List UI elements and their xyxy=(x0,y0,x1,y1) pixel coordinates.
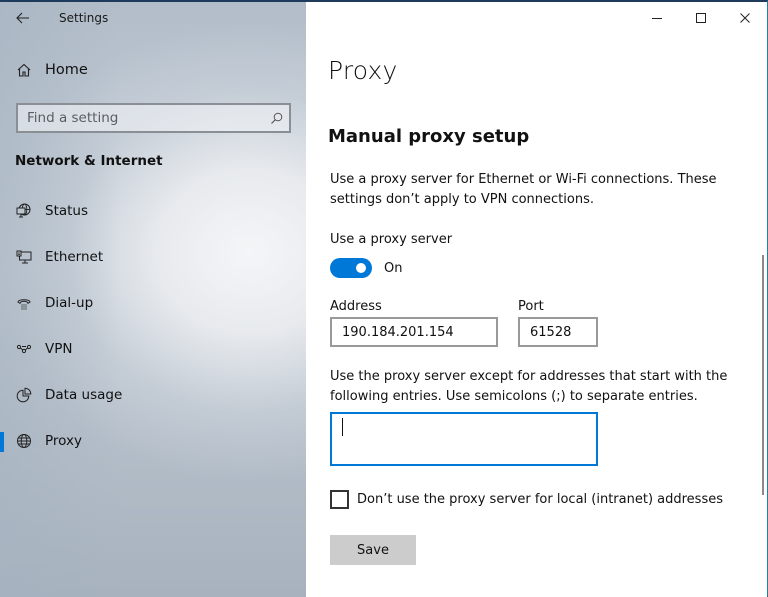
globe-monitor-icon xyxy=(15,202,33,220)
back-arrow-icon xyxy=(16,12,29,24)
search-icon[interactable] xyxy=(263,112,289,125)
local-bypass-row[interactable]: Don’t use the proxy server for local (in… xyxy=(330,490,723,509)
sidebar-item-label: Proxy xyxy=(45,433,82,449)
sidebar-item-label: Home xyxy=(45,62,88,78)
sidebar-item-label: Ethernet xyxy=(45,249,104,265)
back-button[interactable] xyxy=(8,4,38,32)
exceptions-input[interactable] xyxy=(330,412,598,466)
ethernet-icon xyxy=(15,248,33,266)
maximize-icon xyxy=(696,13,706,23)
window-controls xyxy=(635,2,767,34)
dialup-phone-icon xyxy=(15,294,33,312)
title-bar: Settings xyxy=(0,2,306,36)
sidebar-item-home[interactable]: Home xyxy=(16,62,88,78)
minimize-icon xyxy=(652,18,662,19)
page-title: Proxy xyxy=(328,56,398,85)
close-icon xyxy=(740,13,750,23)
sidebar-item-vpn[interactable]: VPN xyxy=(0,326,306,372)
section-title: Manual proxy setup xyxy=(328,126,530,147)
sidebar-item-ethernet[interactable]: Ethernet xyxy=(0,234,306,280)
settings-window: Settings Home Network & Internet xyxy=(0,0,768,597)
sidebar-item-label: Status xyxy=(45,203,89,219)
local-bypass-checkbox[interactable] xyxy=(330,490,349,509)
sidebar-item-data-usage[interactable]: Data usage xyxy=(0,372,306,418)
proxy-description: Use a proxy server for Ethernet or Wi-Fi… xyxy=(330,172,717,207)
minimize-button[interactable] xyxy=(635,2,679,34)
search-input[interactable] xyxy=(18,110,263,126)
search-box[interactable] xyxy=(16,103,291,133)
sidebar: Settings Home Network & Internet xyxy=(0,2,306,597)
main-content: Proxy Manual proxy setup Use a proxy ser… xyxy=(306,2,767,597)
sidebar-item-label: VPN xyxy=(45,341,73,357)
sidebar-item-proxy[interactable]: Proxy xyxy=(0,418,306,464)
sidebar-item-dial-up[interactable]: Dial-up xyxy=(0,280,306,326)
vpn-icon xyxy=(15,340,33,358)
sidebar-nav: Status Ethernet Dial-up VPN Data usage P… xyxy=(0,188,306,464)
use-proxy-toggle[interactable] xyxy=(330,258,372,278)
home-icon xyxy=(17,63,31,77)
address-field[interactable] xyxy=(330,317,498,347)
address-label: Address xyxy=(330,299,382,314)
section-header: Network & Internet xyxy=(15,153,163,169)
text-caret xyxy=(342,418,343,436)
exceptions-description: Use the proxy server except for addresse… xyxy=(330,369,728,404)
port-field[interactable] xyxy=(518,317,598,347)
use-proxy-toggle-row: On xyxy=(330,258,402,278)
use-proxy-label: Use a proxy server xyxy=(330,232,453,247)
close-button[interactable] xyxy=(723,2,767,34)
app-title: Settings xyxy=(59,11,109,25)
scrollbar[interactable] xyxy=(762,255,764,495)
sidebar-item-label: Dial-up xyxy=(45,295,94,311)
sidebar-item-label: Data usage xyxy=(45,387,123,403)
sidebar-item-status[interactable]: Status xyxy=(0,188,306,234)
local-bypass-label: Don’t use the proxy server for local (in… xyxy=(357,492,723,507)
maximize-button[interactable] xyxy=(679,2,723,34)
port-label: Port xyxy=(518,299,544,314)
globe-icon xyxy=(15,432,33,450)
save-button[interactable]: Save xyxy=(330,535,416,565)
toggle-state-label: On xyxy=(384,260,403,276)
toggle-knob xyxy=(356,263,366,273)
pie-chart-icon xyxy=(15,386,33,404)
